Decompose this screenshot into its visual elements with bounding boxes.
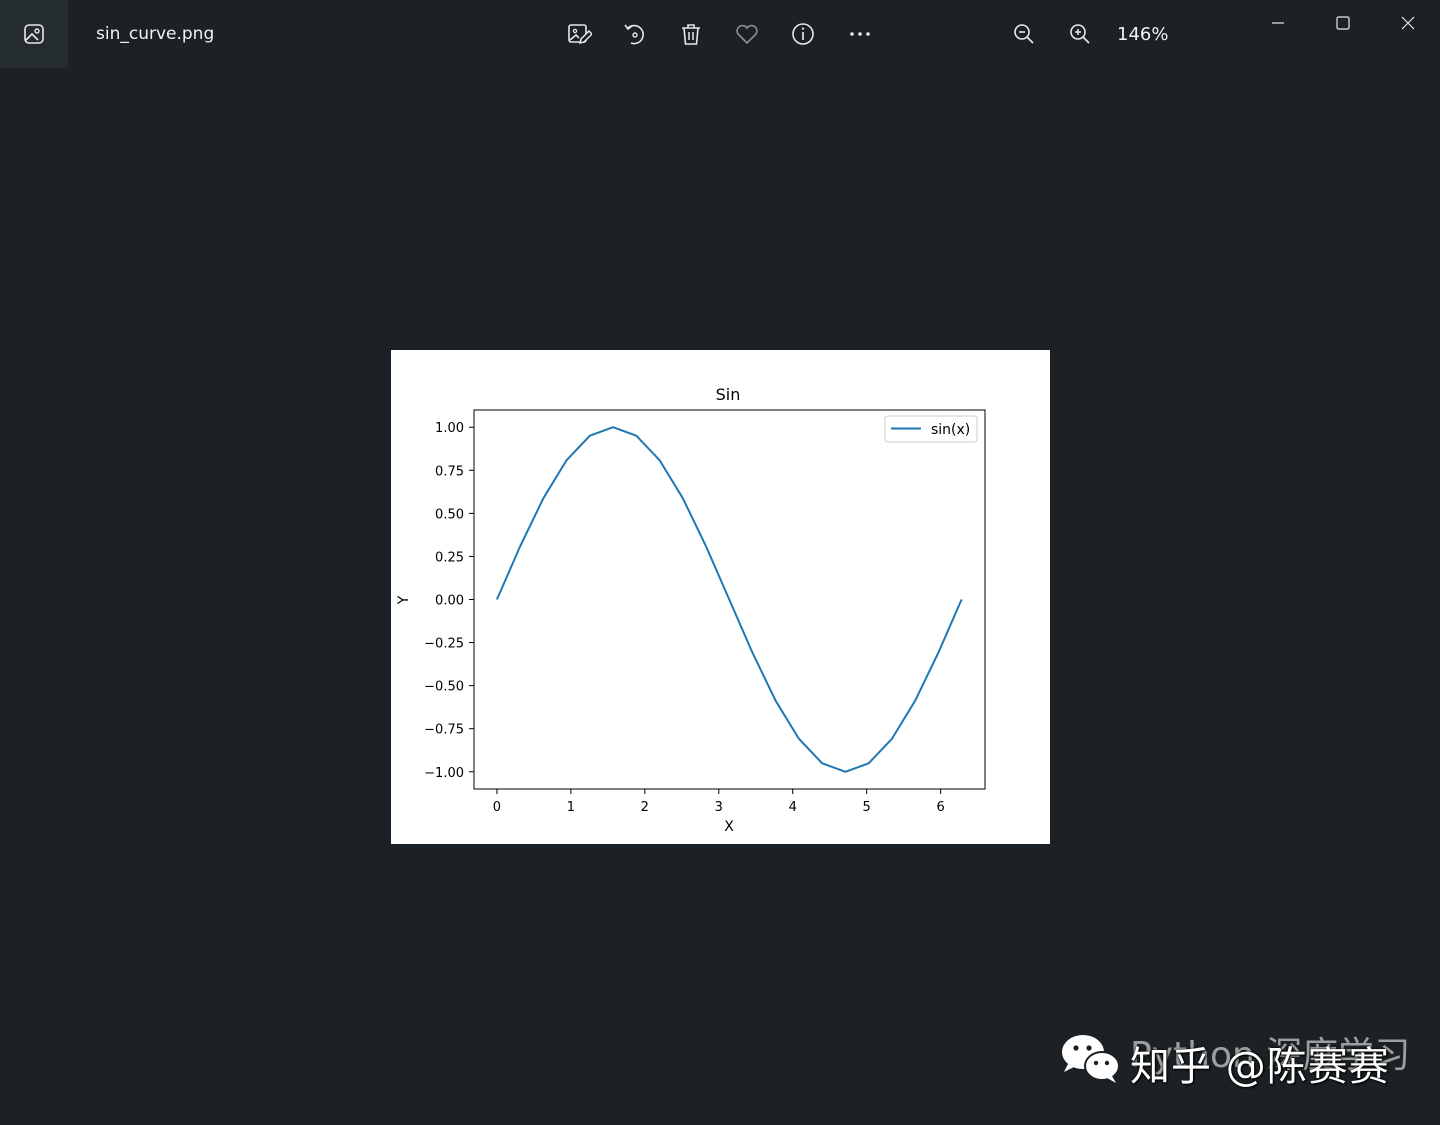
image-canvas: Sin X Y 1.00 0.75 0.50 0.25 0.00 −0.25 −0.50 −0… — [391, 350, 1050, 844]
file-name: sin_curve.png — [96, 24, 215, 44]
legend-label: sin(x) — [931, 422, 970, 438]
y-tick-label: 0.75 — [435, 464, 464, 479]
edit-image-icon — [568, 24, 592, 45]
delete-icon — [682, 24, 700, 45]
info-icon — [792, 23, 814, 45]
y-tick-label: −0.50 — [424, 680, 464, 695]
y-tick-label: 0.25 — [435, 550, 464, 565]
zoom-in-button[interactable] — [1062, 16, 1098, 52]
x-tick-label: 0 — [493, 800, 501, 815]
sin-chart: Sin X Y 1.00 0.75 0.50 0.25 0.00 −0.25 −0.50 −0… — [396, 385, 986, 835]
chart-title: Sin — [716, 385, 741, 404]
close-icon — [1401, 16, 1415, 30]
favorite-button[interactable] — [729, 16, 765, 52]
x-tick-label: 3 — [715, 800, 723, 815]
maximize-icon — [1336, 16, 1350, 30]
x-axis-label: X — [724, 819, 734, 835]
watermark-text: 知乎 @陈赛赛 — [1130, 1044, 1390, 1090]
close-button[interactable] — [1388, 8, 1428, 38]
x-tick-label: 4 — [789, 800, 797, 815]
more-options-button[interactable] — [842, 16, 878, 52]
series-line-sin — [496, 426, 963, 773]
y-tick-label: −0.25 — [424, 637, 464, 652]
y-tick-label: −0.75 — [424, 723, 464, 738]
x-tick-label: 2 — [641, 800, 649, 815]
minimize-button[interactable] — [1258, 8, 1298, 38]
y-tick-label: −1.00 — [424, 766, 464, 781]
rotate-icon — [624, 24, 644, 45]
rotate-button[interactable] — [617, 16, 653, 52]
maximize-button[interactable] — [1323, 8, 1363, 38]
x-tick-label: 6 — [936, 800, 944, 815]
photos-app-icon[interactable] — [0, 0, 68, 68]
minimize-icon — [1272, 22, 1284, 24]
x-tick-label: 5 — [863, 800, 871, 815]
title-bar: sin_curve.png 146% — [0, 0, 1440, 68]
info-button[interactable] — [785, 16, 821, 52]
zoom-in-icon — [1070, 24, 1090, 44]
x-tick-label: 1 — [567, 800, 575, 815]
y-tick-label: 1.00 — [435, 421, 464, 436]
y-axis-label: Y — [396, 595, 412, 605]
zoom-level[interactable]: 146% — [1117, 24, 1168, 45]
y-tick-label: 0.00 — [435, 594, 464, 609]
zoom-out-button[interactable] — [1006, 16, 1042, 52]
legend: sin(x) — [884, 415, 978, 443]
watermark: Python 深度学习 知乎 @陈赛赛 — [1058, 1026, 1418, 1090]
more-icon — [850, 32, 870, 36]
heart-icon — [736, 24, 758, 45]
zoom-out-icon — [1014, 24, 1034, 44]
y-tick-label: 0.50 — [435, 507, 464, 522]
wechat-icon — [1062, 1035, 1120, 1083]
delete-button[interactable] — [673, 16, 709, 52]
edit-image-button[interactable] — [561, 16, 597, 52]
